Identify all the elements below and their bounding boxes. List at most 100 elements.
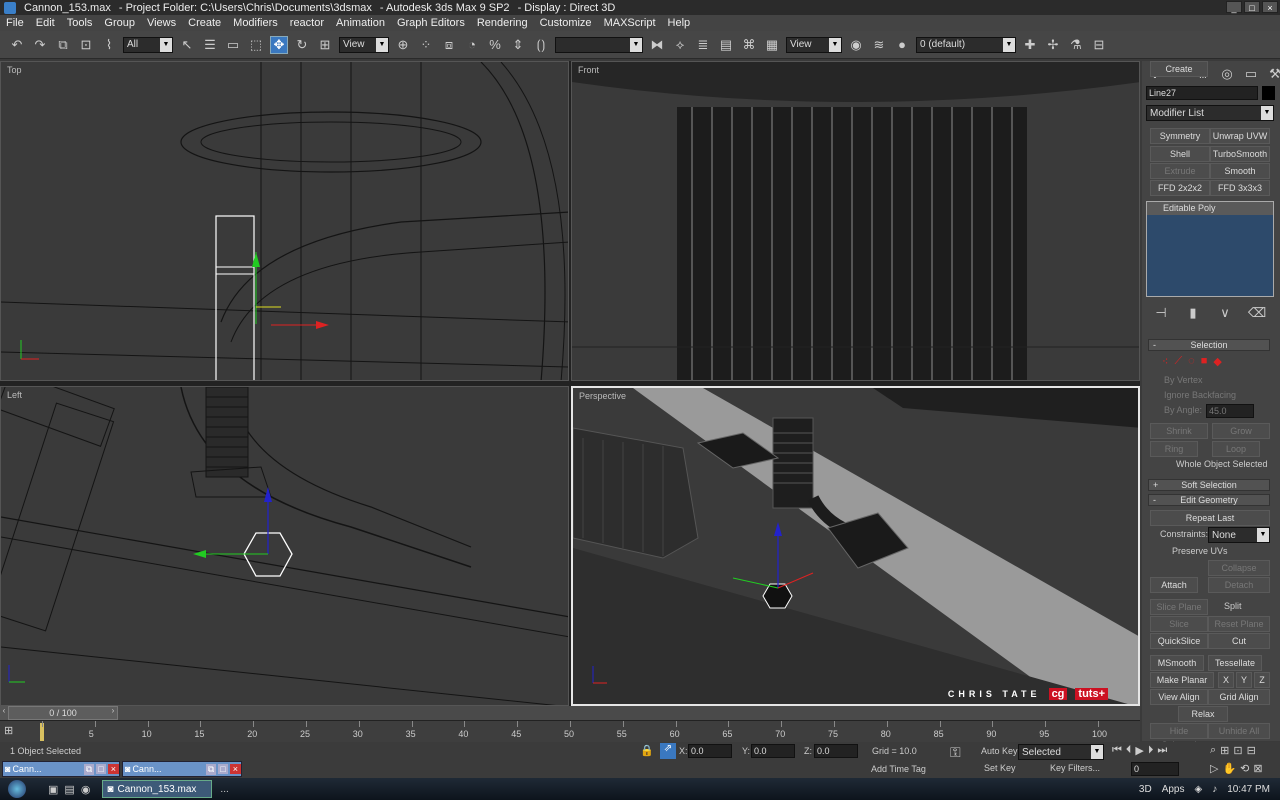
scale-icon[interactable]: ⊞ — [316, 36, 334, 54]
key-icon[interactable]: ⚿ — [950, 744, 961, 761]
prev-frame-icon[interactable]: ⏴ — [1126, 744, 1132, 757]
go-to-end-icon[interactable]: ⏭ — [1157, 744, 1167, 757]
taskbar-button-max[interactable]: ◙ Cannon_153.max — [102, 780, 213, 798]
tessellate-button[interactable]: Tessellate — [1208, 655, 1262, 671]
quick-launch-desktop-icon[interactable]: ▣ — [48, 783, 58, 796]
display-tab-icon[interactable]: ▭ — [1242, 65, 1260, 83]
time-slider-thumb[interactable]: 0 / 100 — [8, 706, 118, 720]
mini-window-2[interactable]: ◙ Cann... ⧉ □ × — [122, 761, 242, 777]
minimize-button[interactable]: _ — [1226, 1, 1242, 13]
field-of-view-icon[interactable]: ▷ — [1210, 762, 1218, 775]
mini-window-1-max-icon[interactable]: □ — [96, 764, 106, 774]
hide-selected-button[interactable]: Hide Selected — [1150, 723, 1208, 750]
selection-rollout[interactable]: - Selection — [1148, 339, 1270, 351]
modifier-stack[interactable]: Editable Poly — [1146, 201, 1274, 297]
cut-button[interactable]: Cut — [1208, 633, 1270, 649]
msmooth-button[interactable]: MSmooth — [1150, 655, 1204, 671]
layer-props-icon[interactable]: ⊟ — [1090, 36, 1108, 54]
slice-plane-button[interactable]: Slice Plane — [1150, 599, 1208, 615]
bind-space-warp-icon[interactable]: ⌇ — [100, 36, 118, 54]
by-angle-checkbox[interactable]: By Angle: — [1164, 405, 1202, 415]
go-to-start-icon[interactable]: ⏮ — [1112, 744, 1122, 757]
unhide-all-button[interactable]: Unhide All — [1208, 723, 1270, 739]
redo-icon[interactable]: ↷ — [31, 36, 49, 54]
planar-z-button[interactable]: Z — [1254, 672, 1270, 688]
layer-visible-icon[interactable]: ● — [893, 36, 911, 54]
viewport-label-front[interactable]: Front — [578, 65, 599, 75]
snap-toggle-icon[interactable]: ⧈ — [440, 36, 458, 54]
rect-selection-icon[interactable]: ▭ — [224, 36, 242, 54]
menu-graph-editors[interactable]: Graph Editors — [397, 17, 465, 29]
selection-filter-dropdown[interactable]: All ▼ — [123, 36, 173, 53]
move-to-layer-icon[interactable]: ✢ — [1044, 36, 1062, 54]
symmetry-button[interactable]: Symmetry — [1150, 128, 1210, 144]
named-selection-dropdown[interactable]: ▼ — [555, 36, 643, 53]
menu-create[interactable]: Create — [188, 17, 221, 29]
menu-maxscript[interactable]: MAXScript — [604, 17, 656, 29]
viewport-perspective[interactable]: Perspective CHRIS TATE cg tuts+ — [571, 386, 1140, 706]
detach-button[interactable]: Detach — [1208, 577, 1270, 593]
unlink-icon[interactable]: ⊡ — [77, 36, 95, 54]
apps-button[interactable]: Apps — [1162, 784, 1185, 795]
turbosmooth-button[interactable]: TurboSmooth — [1210, 146, 1270, 162]
layers-icon[interactable]: ≋ — [870, 36, 888, 54]
align-icon[interactable]: ⟡ — [671, 36, 689, 54]
collapse-button[interactable]: Collapse — [1208, 560, 1270, 576]
mini-window-2-restore-icon[interactable]: ⧉ — [205, 763, 217, 775]
preserve-uvs-checkbox[interactable]: Preserve UVs — [1172, 546, 1228, 556]
reset-plane-button[interactable]: Reset Plane — [1208, 616, 1270, 632]
quick-launch-explorer-icon[interactable]: ▤ — [64, 783, 74, 796]
material-editor-icon[interactable]: ▦ — [763, 36, 781, 54]
object-color-swatch[interactable] — [1262, 86, 1275, 100]
viewport-top[interactable]: Top — [0, 61, 569, 381]
viewport-left[interactable]: Left — [0, 386, 569, 706]
extrude-button[interactable]: Extrude — [1150, 163, 1210, 179]
make-unique-icon[interactable]: ∨ — [1216, 304, 1234, 322]
polygon-icon[interactable]: ■ — [1201, 355, 1208, 368]
select-by-name-icon[interactable]: ☰ — [201, 36, 219, 54]
vertex-icon[interactable]: ⁖ — [1162, 355, 1168, 368]
add-time-tag-button[interactable]: Add Time Tag — [871, 764, 926, 774]
constraints-dropdown[interactable]: None ▼ — [1208, 527, 1270, 543]
undo-icon[interactable]: ↶ — [8, 36, 26, 54]
mini-window-1-close-icon[interactable]: × — [107, 764, 119, 774]
layer-dropdown[interactable]: 0 (default) ▼ — [916, 36, 1016, 53]
play-icon[interactable]: ▶ — [1135, 744, 1143, 757]
object-name-field[interactable]: Line27 — [1146, 86, 1258, 100]
tray-network-icon[interactable]: ◈ — [1194, 784, 1202, 795]
grow-button[interactable]: Grow — [1212, 423, 1270, 439]
mini-window-1-restore-icon[interactable]: ⧉ — [83, 763, 95, 775]
quickslice-button[interactable]: QuickSlice — [1150, 633, 1208, 649]
edit-geometry-rollout[interactable]: - Edit Geometry — [1148, 494, 1270, 506]
angle-snap-icon[interactable]: ◔ — [463, 36, 481, 54]
maximize-button[interactable]: □ — [1244, 1, 1260, 13]
layer-manager-icon[interactable]: ≣ — [694, 36, 712, 54]
zoom-all-icon[interactable]: ⊞ — [1220, 744, 1229, 757]
window-crossing-icon[interactable]: ⬚ — [247, 36, 265, 54]
pivot-center-icon[interactable]: ⊕ — [394, 36, 412, 54]
mirror-icon[interactable]: ⧓ — [648, 36, 666, 54]
auto-key-button[interactable]: Auto Key — [981, 746, 1018, 756]
attach-button[interactable]: Attach — [1150, 577, 1198, 593]
shrink-button[interactable]: Shrink — [1150, 423, 1208, 439]
stack-item-editable-poly[interactable]: Editable Poly — [1147, 202, 1273, 215]
menu-file[interactable]: File — [6, 17, 24, 29]
select-icon[interactable]: ↖ — [178, 36, 196, 54]
viewport-label-left[interactable]: Left — [7, 390, 22, 400]
planar-y-button[interactable]: Y — [1236, 672, 1252, 688]
language-indicator[interactable]: 3D — [1139, 784, 1152, 795]
menu-customize[interactable]: Customize — [540, 17, 592, 29]
edge-icon[interactable]: ⟋ — [1174, 355, 1182, 368]
menu-reactor[interactable]: reactor — [290, 17, 324, 29]
percent-snap-icon[interactable]: % — [486, 36, 504, 54]
viewport-label-perspective[interactable]: Perspective — [579, 391, 626, 401]
planar-x-button[interactable]: X — [1218, 672, 1234, 688]
key-filters-button[interactable]: Key Filters... — [1050, 763, 1100, 773]
schematic-view-icon[interactable]: ⌘ — [740, 36, 758, 54]
menu-views[interactable]: Views — [147, 17, 176, 29]
menu-rendering[interactable]: Rendering — [477, 17, 528, 29]
viewport-front[interactable]: Front — [571, 61, 1140, 381]
ffd-2x2x2-button[interactable]: FFD 2x2x2 — [1150, 180, 1210, 196]
zoom-icon[interactable]: ⌕ — [1210, 744, 1216, 757]
move-icon[interactable]: ✥ — [270, 35, 288, 54]
